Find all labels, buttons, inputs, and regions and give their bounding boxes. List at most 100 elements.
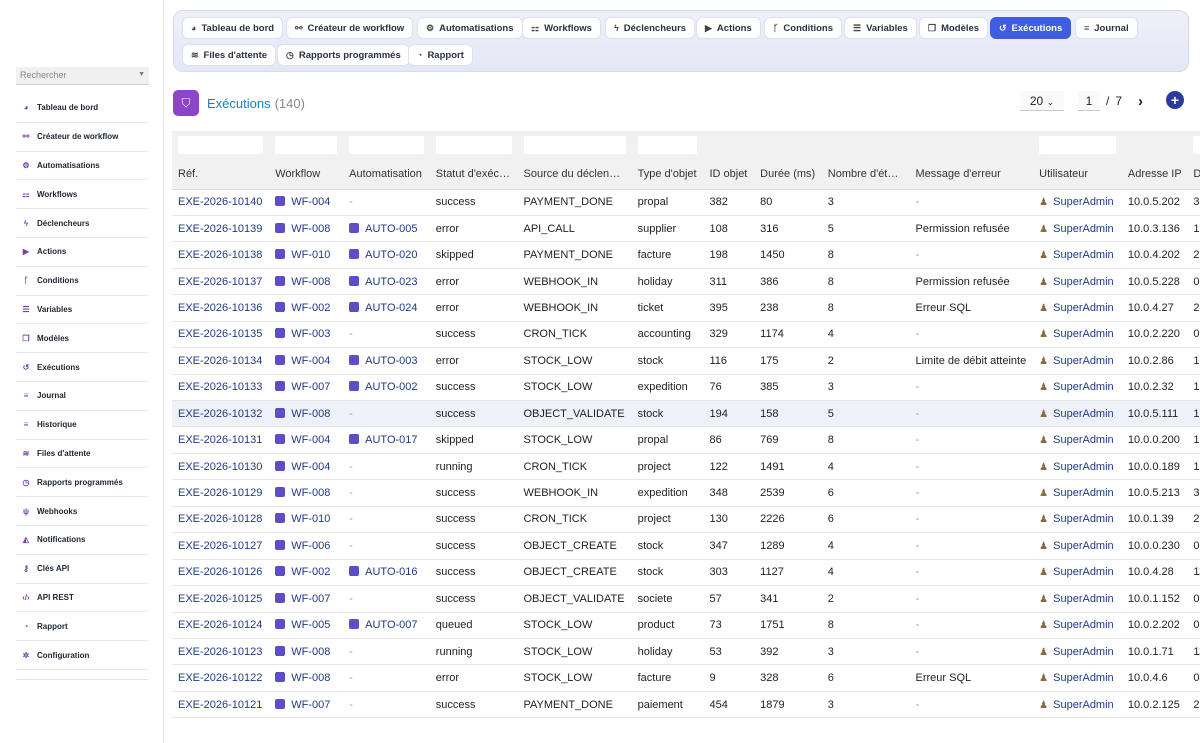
table-row[interactable]: EXE-2026-10140 WF-004 - success PAYMENT_DONE…	[172, 189, 1200, 216]
sidebar-item-variables[interactable]: ☰ Variables	[16, 296, 148, 325]
column-header[interactable]: Type d'objet	[631, 159, 704, 190]
workflow-link[interactable]: WF-008	[291, 487, 330, 499]
workflow-link[interactable]: WF-007	[291, 381, 330, 393]
automation-link[interactable]: AUTO-003	[365, 355, 417, 367]
tab-variables[interactable]: ☰ Variables	[844, 17, 917, 39]
next-page-icon[interactable]: ›	[1138, 93, 1143, 110]
tab-cr-ateur-de-workflow[interactable]: ⚯ Créateur de workflow	[286, 17, 414, 39]
column-header[interactable]: ID objet	[703, 159, 755, 190]
user-link[interactable]: SuperAdmin	[1053, 646, 1114, 658]
page-number-input[interactable]: 1	[1078, 91, 1100, 111]
workflow-link[interactable]: WF-008	[291, 223, 330, 235]
column-filter-input[interactable]	[523, 136, 626, 154]
sidebar-item-historique[interactable]: ≡ Historique	[16, 411, 148, 440]
user-link[interactable]: SuperAdmin	[1053, 593, 1114, 605]
automation-link[interactable]: AUTO-020	[365, 249, 417, 261]
table-row[interactable]: EXE-2026-10133 WF-007 AUTO-002 success STOCK…	[172, 374, 1200, 402]
execution-ref-link[interactable]: EXE-2026-10125	[178, 593, 262, 605]
column-header[interactable]: Date d'exéc	[1187, 159, 1200, 190]
execution-ref-link[interactable]: EXE-2026-10122	[178, 672, 262, 684]
table-row[interactable]: EXE-2026-10126 WF-002 AUTO-016 success OBJEC…	[172, 559, 1200, 587]
sidebar-item-rapport[interactable]: ◔ Rapport	[16, 612, 148, 642]
tab-conditions[interactable]: ᚴ Conditions	[764, 17, 843, 39]
tab-files-d-attente[interactable]: ≋ Files d'attente	[182, 44, 277, 66]
execution-ref-link[interactable]: EXE-2026-10134	[178, 355, 262, 367]
sidebar-item-rapports-programm-s[interactable]: ◷ Rapports programmés	[16, 468, 148, 498]
workflow-link[interactable]: WF-002	[291, 566, 330, 578]
column-header[interactable]: Réf.	[172, 159, 270, 190]
user-link[interactable]: SuperAdmin	[1053, 540, 1114, 552]
user-link[interactable]: SuperAdmin	[1053, 461, 1114, 473]
user-link[interactable]: SuperAdmin	[1053, 196, 1114, 208]
tab-actions[interactable]: ▶ Actions	[696, 17, 761, 39]
column-filter-input[interactable]	[1193, 136, 1200, 154]
automation-link[interactable]: AUTO-005	[365, 223, 417, 235]
workflow-link[interactable]: WF-008	[291, 276, 330, 288]
table-row[interactable]: EXE-2026-10138 WF-010 AUTO-020 skipped PAYME…	[172, 241, 1200, 269]
workflow-link[interactable]: WF-004	[291, 196, 330, 208]
automation-link[interactable]: AUTO-016	[365, 566, 417, 578]
table-row[interactable]: EXE-2026-10134 WF-004 AUTO-003 error STOCK_L…	[172, 347, 1200, 375]
sidebar-item-ex-cutions[interactable]: ↺ Exécutions	[16, 353, 148, 382]
execution-ref-link[interactable]: EXE-2026-10131	[178, 434, 262, 446]
execution-ref-link[interactable]: EXE-2026-10138	[178, 249, 262, 261]
workflow-link[interactable]: WF-005	[291, 619, 330, 631]
sidebar-item-conditions[interactable]: ᚴ Conditions	[16, 267, 148, 296]
sidebar-item-automatisations[interactable]: ⚙ Automatisations	[16, 152, 148, 181]
execution-ref-link[interactable]: EXE-2026-10136	[178, 302, 262, 314]
workflow-link[interactable]: WF-010	[291, 513, 330, 525]
user-link[interactable]: SuperAdmin	[1053, 355, 1114, 367]
sidebar-item-d-clencheurs[interactable]: ϟ Déclencheurs	[16, 209, 148, 238]
table-row[interactable]: EXE-2026-10130 WF-004 - running CRON_TICK pro…	[172, 453, 1200, 481]
user-link[interactable]: SuperAdmin	[1053, 672, 1114, 684]
table-row[interactable]: EXE-2026-10136 WF-002 AUTO-024 error WEBHOOK…	[172, 294, 1200, 322]
user-link[interactable]: SuperAdmin	[1053, 513, 1114, 525]
table-row[interactable]: EXE-2026-10132 WF-008 - success OBJECT_VALID…	[172, 400, 1200, 428]
column-header[interactable]: Statut d'exéc…	[429, 159, 518, 190]
execution-ref-link[interactable]: EXE-2026-10126	[178, 566, 262, 578]
automation-link[interactable]: AUTO-017	[365, 434, 417, 446]
automation-link[interactable]: AUTO-002	[365, 381, 417, 393]
table-row[interactable]: EXE-2026-10124 WF-005 AUTO-007 queued STOCK_…	[172, 612, 1200, 639]
table-row[interactable]: EXE-2026-10135 WF-003 - success CRON_TICK acc…	[172, 321, 1200, 349]
workflow-link[interactable]: WF-004	[291, 434, 330, 446]
workflow-link[interactable]: WF-007	[291, 699, 330, 711]
user-link[interactable]: SuperAdmin	[1053, 434, 1114, 446]
user-link[interactable]: SuperAdmin	[1053, 487, 1114, 499]
table-row[interactable]: EXE-2026-10129 WF-008 - success WEBHOOK_IN ex…	[172, 479, 1200, 507]
per-page-select[interactable]: 20 ⌄	[1020, 91, 1064, 111]
table-row[interactable]: EXE-2026-10139 WF-008 AUTO-005 error API_CAL…	[172, 215, 1200, 243]
automation-link[interactable]: AUTO-007	[365, 619, 417, 631]
execution-ref-link[interactable]: EXE-2026-10132	[178, 408, 262, 420]
execution-ref-link[interactable]: EXE-2026-10127	[178, 540, 262, 552]
execution-ref-link[interactable]: EXE-2026-10137	[178, 276, 262, 288]
user-link[interactable]: SuperAdmin	[1053, 408, 1114, 420]
workflow-link[interactable]: WF-008	[291, 408, 330, 420]
execution-ref-link[interactable]: EXE-2026-10121	[178, 699, 262, 711]
workflow-link[interactable]: WF-004	[291, 355, 330, 367]
sidebar-item-cl-s-api[interactable]: ⚷ Clés API	[16, 555, 148, 584]
workflow-link[interactable]: WF-002	[291, 302, 330, 314]
user-link[interactable]: SuperAdmin	[1053, 249, 1114, 261]
column-filter-input[interactable]	[275, 136, 338, 154]
sidebar-item-actions[interactable]: ▶ Actions	[16, 238, 148, 267]
execution-ref-link[interactable]: EXE-2026-10129	[178, 487, 262, 499]
execution-ref-link[interactable]: EXE-2026-10139	[178, 223, 262, 235]
automation-link[interactable]: AUTO-023	[365, 276, 417, 288]
sidebar-item-workflows[interactable]: ⚏ Workflows	[16, 180, 148, 210]
execution-ref-link[interactable]: EXE-2026-10140	[178, 196, 262, 208]
column-filter-input[interactable]	[178, 136, 264, 154]
table-row[interactable]: EXE-2026-10127 WF-006 - success OBJECT_CREAT…	[172, 532, 1200, 560]
table-row[interactable]: EXE-2026-10125 WF-007 - success OBJECT_VALID…	[172, 585, 1200, 613]
sidebar-item-api-rest[interactable]: ‹/› API REST	[16, 584, 148, 613]
column-filter-input[interactable]	[435, 136, 512, 154]
user-link[interactable]: SuperAdmin	[1053, 276, 1114, 288]
tab-automatisations[interactable]: ⚙ Automatisations	[417, 17, 523, 39]
execution-ref-link[interactable]: EXE-2026-10124	[178, 619, 262, 631]
table-row[interactable]: EXE-2026-10137 WF-008 AUTO-023 error WEBHOOK…	[172, 268, 1200, 296]
workflow-link[interactable]: WF-007	[291, 593, 330, 605]
user-link[interactable]: SuperAdmin	[1053, 381, 1114, 393]
execution-ref-link[interactable]: EXE-2026-10135	[178, 328, 262, 340]
column-header[interactable]: Nombre d'ét…	[821, 159, 910, 190]
tab-journal[interactable]: ≡ Journal	[1075, 17, 1138, 39]
